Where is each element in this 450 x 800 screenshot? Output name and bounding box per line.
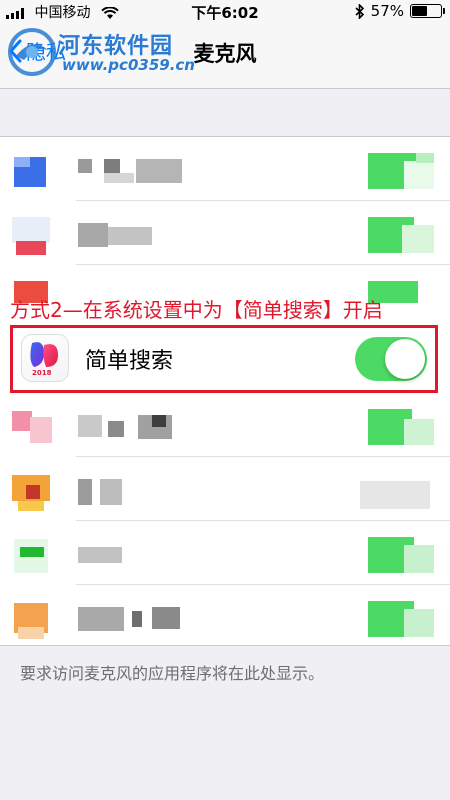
app-icon-pixelated bbox=[8, 533, 52, 577]
toggle-pixelated[interactable] bbox=[354, 597, 438, 641]
list-item[interactable] bbox=[0, 137, 450, 201]
list-item[interactable] bbox=[0, 585, 450, 649]
footer-note: 要求访问麦克风的应用程序将在此处显示。 bbox=[20, 664, 325, 683]
app-icon-pixelated bbox=[8, 213, 52, 257]
app-icon-badge: 2018 bbox=[32, 369, 52, 377]
list-item[interactable] bbox=[0, 393, 450, 457]
app-name-pixelated bbox=[78, 543, 188, 567]
app-icon-pixelated bbox=[8, 405, 52, 449]
toggle-pixelated[interactable] bbox=[354, 469, 438, 513]
microphone-toggle[interactable] bbox=[355, 337, 427, 381]
watermark-url: www.pc0359.cn bbox=[62, 56, 195, 74]
list-item[interactable] bbox=[0, 457, 450, 521]
app-icon-pixelated bbox=[8, 597, 52, 641]
toggle-knob bbox=[385, 339, 425, 379]
list-item[interactable] bbox=[0, 521, 450, 585]
app-name-pixelated bbox=[78, 159, 188, 183]
status-bar: 中国移动 下午6:02 57% bbox=[0, 0, 450, 22]
toggle-pixelated[interactable] bbox=[354, 213, 438, 257]
app-icon-pixelated bbox=[8, 469, 52, 513]
toggle-pixelated[interactable] bbox=[354, 405, 438, 449]
toggle-pixelated[interactable] bbox=[354, 533, 438, 577]
watermark-logo bbox=[8, 28, 56, 76]
list-item[interactable] bbox=[0, 201, 450, 265]
battery-percent: 57% bbox=[370, 2, 404, 20]
navigation-bar: 隐私 麦克风 河东软件园 www.pc0359.cn bbox=[0, 22, 450, 89]
app-name: 简单搜索 bbox=[85, 349, 174, 374]
jiandan-search-app-icon: 2018 bbox=[21, 334, 69, 382]
app-name-pixelated bbox=[78, 607, 188, 631]
annotation-caption: 方式2—在系统设置中为【简单搜索】开启 bbox=[10, 298, 383, 322]
app-icon-pixelated bbox=[8, 149, 52, 193]
app-name-pixelated bbox=[78, 223, 188, 247]
app-name-pixelated bbox=[78, 415, 188, 439]
app-name-pixelated bbox=[78, 479, 188, 505]
highlighted-app-row[interactable]: 2018 简单搜索 bbox=[10, 325, 438, 393]
battery-level bbox=[412, 6, 427, 16]
status-right: 57% bbox=[355, 2, 445, 20]
site-watermark: 河东软件园 www.pc0359.cn bbox=[6, 26, 256, 86]
battery-icon bbox=[410, 4, 445, 18]
toggle-pixelated[interactable] bbox=[354, 149, 438, 193]
bluetooth-icon bbox=[355, 3, 364, 19]
